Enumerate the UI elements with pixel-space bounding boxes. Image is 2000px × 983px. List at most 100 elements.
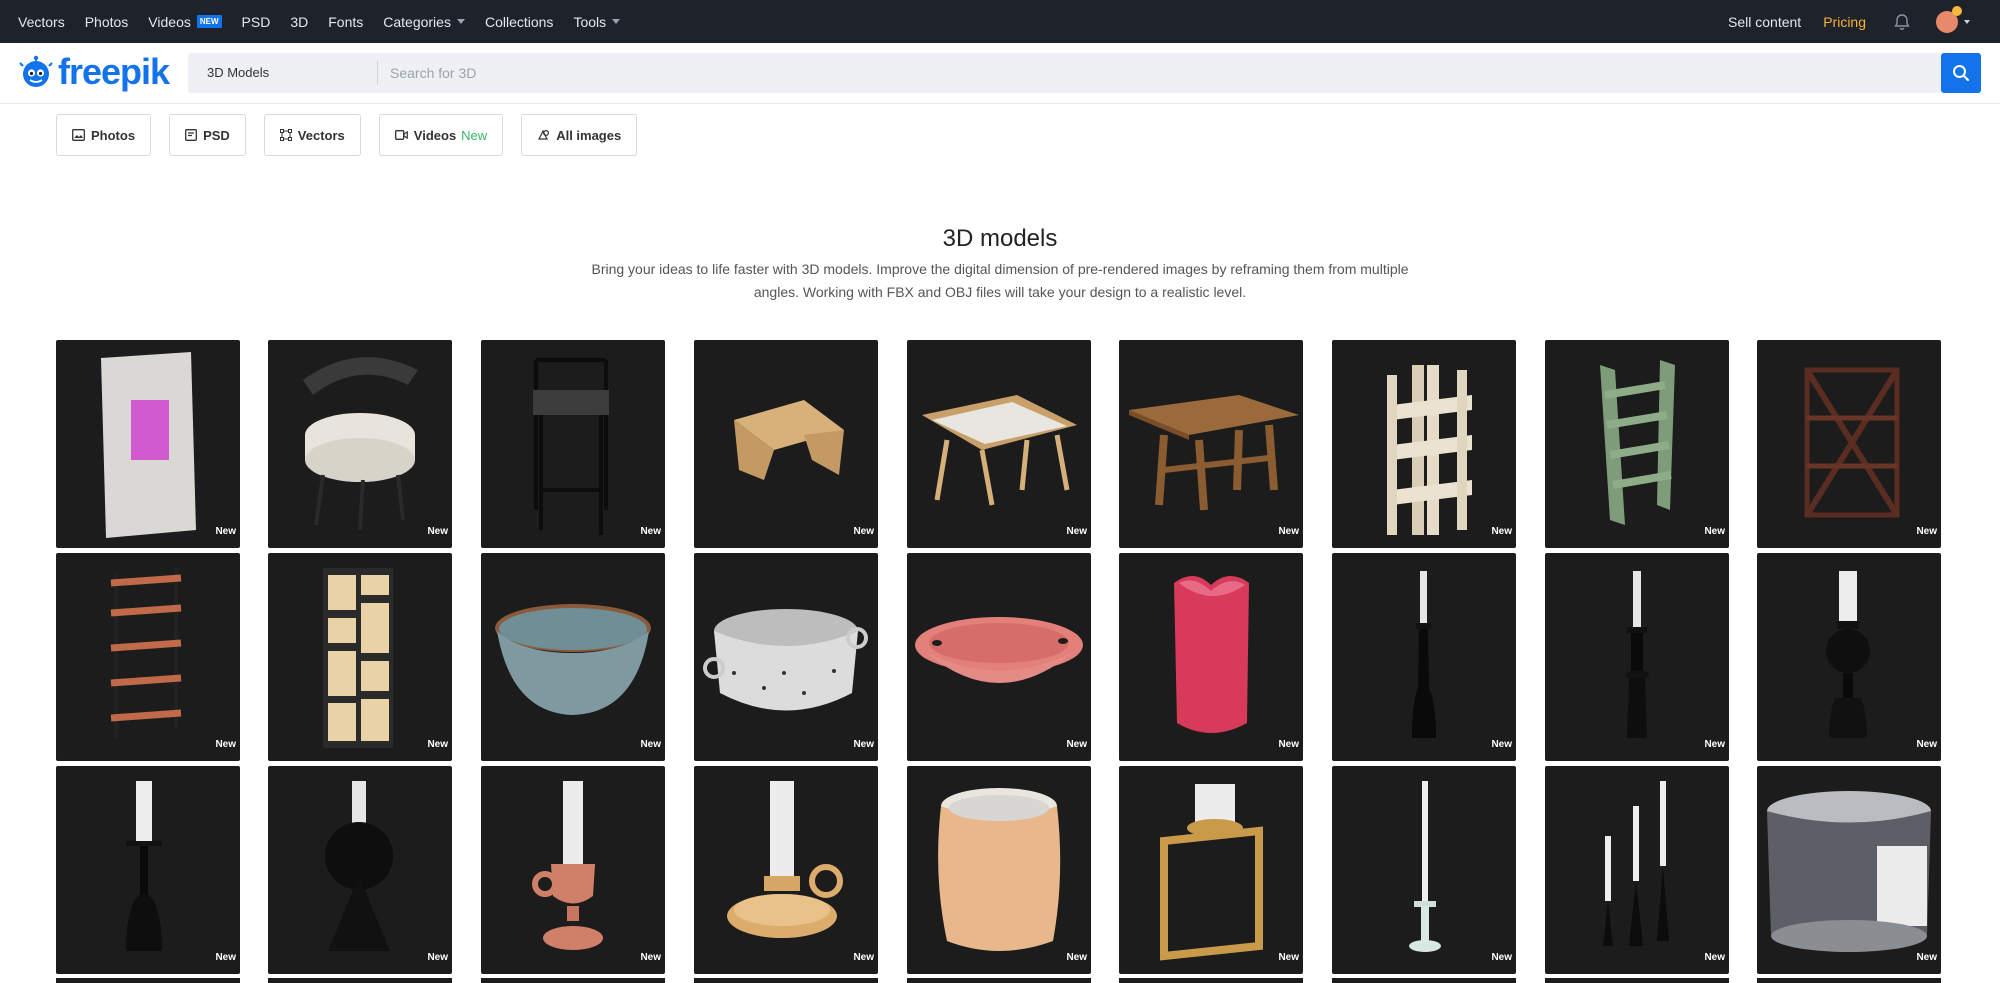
model-tile-wood-bench[interactable]: New xyxy=(1119,340,1303,548)
avatar[interactable] xyxy=(1936,5,1962,33)
model-tile-partial[interactable] xyxy=(56,978,240,983)
model-tile-chamberstick[interactable]: New xyxy=(694,766,878,974)
model-tile-jar-candle[interactable]: New xyxy=(907,766,1091,974)
model-tile-blue-bowl[interactable]: New xyxy=(481,553,665,761)
model-tile-cube-bookcase[interactable]: New xyxy=(268,553,452,761)
cube-bookcase-thumbnail xyxy=(323,568,393,748)
nav-psd[interactable]: PSD xyxy=(242,14,271,30)
logo-wordmark: freepik xyxy=(58,51,170,92)
model-tile-partial[interactable] xyxy=(481,978,665,983)
nav-3d-label: 3D xyxy=(290,13,309,30)
search-category-select[interactable]: 3D Models xyxy=(188,61,378,85)
model-tile-tall-bookcase[interactable]: New xyxy=(56,553,240,761)
model-tile-heart-candle[interactable]: New xyxy=(1119,553,1303,761)
new-badge: New xyxy=(640,526,661,537)
model-tile-terrazzo-pot[interactable]: New xyxy=(694,553,878,761)
model-tile-canvas[interactable]: New xyxy=(56,340,240,548)
filter-vectors-label: Vectors xyxy=(297,127,345,143)
filter-psd[interactable]: PSD xyxy=(169,114,246,156)
filter-videos[interactable]: Videos New xyxy=(378,114,504,156)
chair-thumbnail xyxy=(303,357,418,531)
model-tile-frame-candle-holder[interactable]: New xyxy=(1119,766,1303,974)
model-tile-white-shelf[interactable]: New xyxy=(1332,340,1516,548)
new-badge: New xyxy=(1278,739,1299,750)
search-header: freepik 3D Models xyxy=(0,43,2000,104)
chevron-down-icon[interactable] xyxy=(1964,19,1970,24)
sell-content-link[interactable]: Sell content xyxy=(1728,14,1801,30)
new-badge: New xyxy=(1066,526,1087,537)
nav-videos-label: Videos xyxy=(148,13,191,30)
filter-videos-new: New xyxy=(461,127,488,143)
candle-holder-thumbnail xyxy=(1625,571,1649,738)
new-badge: New xyxy=(215,739,236,750)
glass-jar-candle-thumbnail xyxy=(1767,791,1931,952)
ball-candle-holder-thumbnail xyxy=(1826,571,1870,738)
terrazzo-pot-thumbnail xyxy=(703,609,868,711)
jar-candle-thumbnail xyxy=(938,788,1061,951)
search-button[interactable] xyxy=(1941,53,1981,93)
filter-all-images[interactable]: All images xyxy=(521,114,638,156)
filter-photos[interactable]: Photos xyxy=(56,114,152,156)
model-tile-clay-candle-holder[interactable]: New xyxy=(481,766,665,974)
model-tile-taper-candle-stand[interactable]: New xyxy=(1332,766,1516,974)
tall-candle-holder-thumbnail xyxy=(1412,571,1436,738)
nav-videos[interactable]: Videos NEW xyxy=(148,13,222,30)
new-badge: New xyxy=(853,952,874,963)
new-badge: New xyxy=(640,952,661,963)
model-tile-partial[interactable] xyxy=(1332,978,1516,983)
model-tile-bottle-candle-holder[interactable]: New xyxy=(56,766,240,974)
model-tile-candle-holder[interactable]: New xyxy=(1545,553,1729,761)
chevron-down-icon xyxy=(612,19,621,24)
nav-fonts[interactable]: Fonts xyxy=(328,14,363,30)
filter-vectors[interactable]: Vectors xyxy=(263,114,361,156)
heart-candle-thumbnail xyxy=(1174,575,1249,733)
pricing-link[interactable]: Pricing xyxy=(1823,14,1866,30)
search-bar: 3D Models xyxy=(188,53,1941,93)
model-tile-bar-stool[interactable]: New xyxy=(481,340,665,548)
model-tile-partial[interactable] xyxy=(907,978,1091,983)
new-badge: New xyxy=(1278,526,1299,537)
model-tile-pink-dish[interactable]: New xyxy=(907,553,1091,761)
nav-photos[interactable]: Photos xyxy=(85,14,129,30)
page-title: 3D models xyxy=(942,225,1058,253)
new-badge: New xyxy=(1704,526,1725,537)
filter-all-images-label: All images xyxy=(556,127,622,143)
model-tile-x-shelf[interactable]: New xyxy=(1757,340,1941,548)
new-badge: New xyxy=(853,526,874,537)
nav-tools[interactable]: Tools xyxy=(573,13,621,30)
model-tile-cone-candle-holder[interactable]: New xyxy=(268,766,452,974)
bottle-candle-holder-thumbnail xyxy=(126,781,162,951)
model-tile-partial[interactable] xyxy=(1757,978,1941,983)
vector-icon xyxy=(279,129,292,141)
image-icon xyxy=(72,129,85,141)
frame-candle-holder-thumbnail xyxy=(1160,784,1263,961)
new-badge: New xyxy=(1491,739,1512,750)
model-tile-bed-tray[interactable]: New xyxy=(694,340,878,548)
model-tile-glass-jar-candle[interactable]: New xyxy=(1757,766,1941,974)
new-badge: New xyxy=(1066,739,1087,750)
nav-vectors[interactable]: Vectors xyxy=(18,14,65,30)
model-tile-folding-tray[interactable]: New xyxy=(907,340,1091,548)
model-tile-chair[interactable]: New xyxy=(268,340,452,548)
nav-tools-label: Tools xyxy=(573,13,607,30)
freepik-logo[interactable]: freepik xyxy=(18,51,170,93)
model-tile-partial[interactable] xyxy=(1119,978,1303,983)
model-tile-partial[interactable] xyxy=(268,978,452,983)
filter-psd-label: PSD xyxy=(203,127,230,143)
model-tile-ball-candle-holder[interactable]: New xyxy=(1757,553,1941,761)
nav-collections[interactable]: Collections xyxy=(485,14,553,30)
bell-icon[interactable] xyxy=(1892,12,1912,32)
model-tile-partial[interactable] xyxy=(694,978,878,983)
canvas-thumbnail xyxy=(101,352,196,538)
freepik-mascot-icon xyxy=(19,55,53,87)
nav-categories[interactable]: Categories xyxy=(383,14,465,30)
search-input[interactable] xyxy=(388,64,1792,82)
model-tile-triple-candle-set[interactable]: New xyxy=(1545,766,1729,974)
nav-3d[interactable]: 3D xyxy=(290,14,308,30)
wood-bench-thumbnail xyxy=(1129,395,1299,511)
taper-candle-stand-thumbnail xyxy=(1409,781,1441,952)
model-tile-green-ladder-shelf[interactable]: New xyxy=(1545,340,1729,548)
new-badge: New xyxy=(1704,739,1725,750)
model-tile-partial[interactable] xyxy=(1545,978,1729,983)
model-tile-tall-candle-holder[interactable]: New xyxy=(1332,553,1516,761)
